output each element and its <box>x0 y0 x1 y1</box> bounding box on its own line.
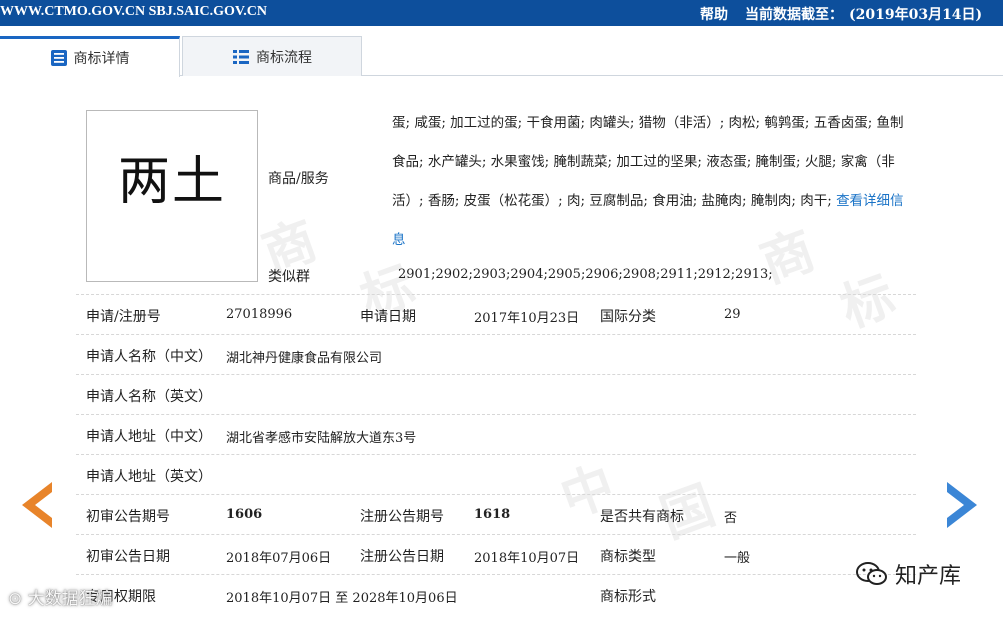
trademark-image: 两土 <box>86 110 258 282</box>
data-as-of-date: (2019年03月14日) <box>849 7 983 23</box>
divider <box>76 534 916 535</box>
applicant-cn-value: 湖北神丹健康食品有限公司 <box>226 351 383 366</box>
goods-services-list: 蛋; 咸蛋; 加工过的蛋; 干食用菌; 肉罐头; 猎物（非活）; 肉松; 鹌鹑蛋… <box>392 104 912 260</box>
brand-watermark: 知产库 <box>855 558 961 590</box>
address-cn-label: 申请人地址（中文） <box>86 429 212 445</box>
divider <box>76 454 916 455</box>
prev-arrow-icon[interactable] <box>18 480 54 530</box>
source-watermark: ⊙ 大数据狂煸 <box>8 584 113 609</box>
shared-value: 否 <box>724 511 738 526</box>
tm-form-label: 商标形式 <box>600 589 656 605</box>
watermark-char: 标 <box>833 265 903 340</box>
shared-label: 是否共有商标 <box>600 509 684 525</box>
apply-date-value: 2017年10月23日 <box>474 311 580 326</box>
prelim-date-value: 2018年07月06日 <box>226 551 332 566</box>
data-as-of-label: 当前数据截至： <box>745 7 843 23</box>
intl-class-value: 29 <box>724 307 741 322</box>
similar-group-value: 2901;2902;2903;2904;2905;2906;2908;2911;… <box>398 267 773 282</box>
applicant-en-label: 申请人名称（英文） <box>86 389 212 405</box>
reg-pub-no-label: 注册公告期号 <box>360 509 444 525</box>
divider <box>76 574 916 575</box>
applicant-cn-label: 申请人名称（中文） <box>86 349 212 365</box>
help-link[interactable]: 帮助 <box>700 4 728 24</box>
divider <box>76 374 916 375</box>
prelim-no-value: 1606 <box>226 507 263 522</box>
list-icon <box>233 49 249 64</box>
similar-group-label: 类似群 <box>268 269 310 285</box>
reg-no-value: 27018996 <box>226 307 293 322</box>
source-watermark-text: 大数据狂煸 <box>27 589 113 609</box>
tab-bar: 商标详情 商标流程 <box>0 36 1003 77</box>
top-bar: WWW.CTMO.GOV.CN SBJ.SAIC.GOV.CN 帮助 当前数据截… <box>0 0 1003 26</box>
goods-label: 商品/服务 <box>268 171 329 187</box>
address-cn-value: 湖北省孝感市安陆解放大道东3号 <box>226 431 417 446</box>
next-arrow-icon[interactable] <box>945 480 981 530</box>
document-icon <box>50 50 67 66</box>
data-as-of: 当前数据截至： (2019年03月14日) <box>745 4 988 24</box>
goods-services-text: 蛋; 咸蛋; 加工过的蛋; 干食用菌; 肉罐头; 猎物（非活）; 肉松; 鹌鹑蛋… <box>392 115 904 209</box>
intl-class-label: 国际分类 <box>600 309 656 325</box>
tm-type-value: 一般 <box>724 551 751 566</box>
reg-pub-date-value: 2018年10月07日 <box>474 551 580 566</box>
divider <box>76 494 916 495</box>
reg-pub-no-value: 1618 <box>474 507 511 522</box>
apply-date-label: 申请日期 <box>360 309 416 325</box>
brand-watermark-text: 知产库 <box>895 564 962 589</box>
wechat-icon <box>856 562 887 585</box>
reg-pub-date-label: 注册公告日期 <box>360 549 444 565</box>
prelim-no-label: 初审公告期号 <box>86 509 170 525</box>
divider <box>76 294 916 295</box>
site-url: WWW.CTMO.GOV.CN SBJ.SAIC.GOV.CN <box>0 4 267 19</box>
tab-label: 商标详情 <box>73 51 130 67</box>
prelim-date-label: 初审公告日期 <box>86 549 170 565</box>
tab-label: 商标流程 <box>256 49 312 66</box>
term-value: 2018年10月07日 至 2028年10月06日 <box>226 591 458 606</box>
tab-trademark-process[interactable]: 商标流程 <box>182 36 362 76</box>
tm-type-label: 商标类型 <box>600 549 656 565</box>
weibo-icon: ⊙ <box>8 589 23 609</box>
tab-trademark-detail[interactable]: 商标详情 <box>0 36 180 77</box>
divider <box>76 414 916 415</box>
trademark-text: 两土 <box>117 152 226 212</box>
reg-no-label: 申请/注册号 <box>86 309 161 325</box>
address-en-label: 申请人地址（英文） <box>86 469 212 485</box>
divider <box>76 334 916 335</box>
